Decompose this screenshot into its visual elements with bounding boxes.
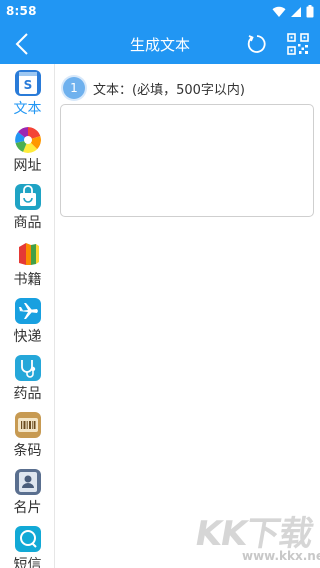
sidebar-item-text[interactable]: S 文本: [0, 64, 55, 121]
card-icon: [15, 469, 41, 495]
sidebar-item-label: 快递: [13, 329, 42, 345]
main-content: 1 文本：(必填，500字以内): [56, 64, 320, 568]
sidebar-item-label: 网址: [13, 158, 42, 174]
barcode-icon: [15, 412, 41, 438]
express-icon: [15, 298, 41, 324]
signal-icon: [291, 6, 301, 17]
sidebar-item-label: 名片: [13, 500, 42, 516]
page-title: 生成文本: [129, 36, 190, 54]
status-bar: 8:58: [0, 0, 320, 24]
watermark-url: www.kkx.net: [242, 549, 320, 563]
goods-icon: [15, 184, 41, 210]
text-input[interactable]: [60, 104, 314, 217]
sidebar-item-goods[interactable]: 商品: [0, 178, 55, 235]
sidebar-item-card[interactable]: 名片: [0, 463, 55, 520]
refresh-icon: [247, 35, 266, 53]
sidebar-item-barcode[interactable]: 条码: [0, 406, 55, 463]
step-number-badge: 1: [63, 77, 85, 99]
sidebar: S 文本 网址 商品 书籍 快递 药品 条码 名片 短信: [0, 64, 55, 568]
sidebar-item-sms[interactable]: 短信: [0, 520, 55, 568]
battery-icon: [306, 5, 314, 18]
url-icon: [15, 127, 41, 153]
sidebar-item-express[interactable]: 快递: [0, 292, 55, 349]
book-icon: [15, 241, 41, 267]
watermark-brand: KK下载: [191, 514, 316, 554]
wifi-icon: [272, 6, 286, 17]
sidebar-item-label: 文本: [13, 101, 42, 117]
text-field-label: 文本：(必填，500字以内): [93, 83, 245, 98]
qr-scan-button[interactable]: [284, 30, 312, 58]
sidebar-item-url[interactable]: 网址: [0, 121, 55, 178]
qr-code-icon: [287, 33, 309, 55]
sidebar-item-medicine[interactable]: 药品: [0, 349, 55, 406]
medicine-icon: [15, 355, 41, 381]
svg-text:S: S: [24, 78, 33, 92]
status-time: 8:58: [6, 4, 37, 18]
sms-icon: [15, 526, 41, 552]
sidebar-item-label: 商品: [13, 215, 42, 231]
refresh-button[interactable]: [243, 30, 271, 58]
text-icon: S: [15, 70, 41, 96]
sidebar-item-label: 书籍: [13, 272, 42, 288]
sidebar-item-label: 短信: [13, 557, 42, 568]
watermark-logo: KK下载 www.kkx.net: [192, 506, 320, 568]
sidebar-item-label: 条码: [13, 443, 42, 459]
sidebar-item-book[interactable]: 书籍: [0, 235, 55, 292]
app-bar: 生成文本: [0, 24, 320, 64]
status-icons: [272, 5, 314, 18]
sidebar-item-label: 药品: [13, 386, 42, 402]
